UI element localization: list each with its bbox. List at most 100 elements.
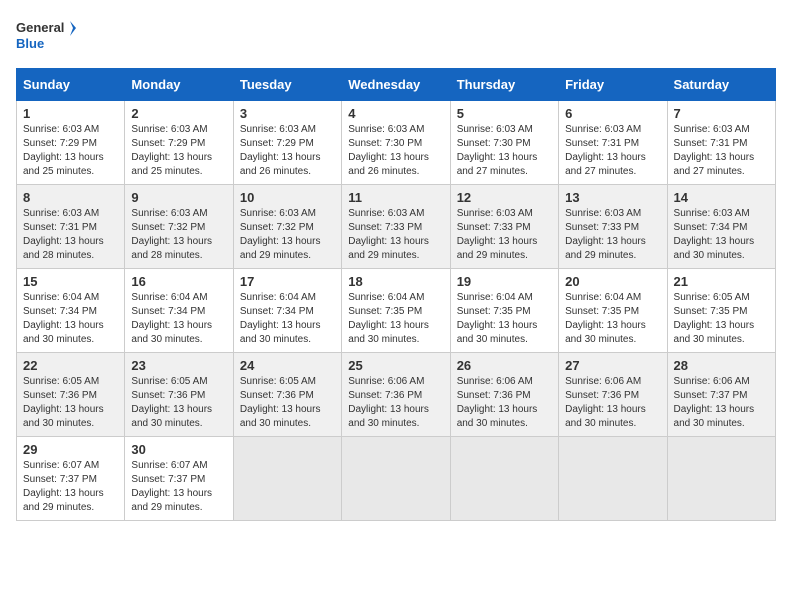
day-info: Sunrise: 6:03 AMSunset: 7:31 PMDaylight:… xyxy=(565,123,660,179)
day-cell: 5 Sunrise: 6:03 AMSunset: 7:30 PMDaylight… xyxy=(450,101,558,185)
day-number: 24 xyxy=(240,358,335,373)
day-number: 5 xyxy=(457,106,552,121)
calendar: SundayMondayTuesdayWednesdayThursdayFrid… xyxy=(16,68,776,521)
day-cell xyxy=(450,437,558,521)
day-cell: 1 Sunrise: 6:03 AMSunset: 7:29 PMDaylight… xyxy=(17,101,125,185)
day-info: Sunrise: 6:03 AMSunset: 7:31 PMDaylight:… xyxy=(23,207,118,263)
weekday-header-thursday: Thursday xyxy=(450,69,558,101)
day-info: Sunrise: 6:03 AMSunset: 7:30 PMDaylight:… xyxy=(457,123,552,179)
day-cell xyxy=(233,437,341,521)
day-number: 15 xyxy=(23,274,118,289)
day-cell: 13 Sunrise: 6:03 AMSunset: 7:33 PMDayligh… xyxy=(559,185,667,269)
day-number: 27 xyxy=(565,358,660,373)
day-info: Sunrise: 6:03 AMSunset: 7:34 PMDaylight:… xyxy=(674,207,769,263)
day-cell: 25 Sunrise: 6:06 AMSunset: 7:36 PMDayligh… xyxy=(342,353,450,437)
day-cell: 14Sunrise: 6:03 AMSunset: 7:34 PMDayligh… xyxy=(667,185,775,269)
day-info: Sunrise: 6:07 AMSunset: 7:37 PMDaylight:… xyxy=(131,459,226,515)
day-cell: 17 Sunrise: 6:04 AMSunset: 7:34 PMDayligh… xyxy=(233,269,341,353)
day-number: 2 xyxy=(131,106,226,121)
day-info: Sunrise: 6:03 AMSunset: 7:33 PMDaylight:… xyxy=(565,207,660,263)
svg-text:Blue: Blue xyxy=(16,36,44,51)
day-cell xyxy=(667,437,775,521)
day-cell: 23 Sunrise: 6:05 AMSunset: 7:36 PMDayligh… xyxy=(125,353,233,437)
day-number: 25 xyxy=(348,358,443,373)
day-cell: 7 Sunrise: 6:03 AMSunset: 7:31 PMDaylight… xyxy=(667,101,775,185)
weekday-header-friday: Friday xyxy=(559,69,667,101)
day-info: Sunrise: 6:04 AMSunset: 7:34 PMDaylight:… xyxy=(240,291,335,347)
logo-svg: General Blue xyxy=(16,16,76,56)
day-number: 12 xyxy=(457,190,552,205)
day-cell: 20Sunrise: 6:04 AMSunset: 7:35 PMDayligh… xyxy=(559,269,667,353)
header: General Blue xyxy=(16,16,776,56)
day-number: 17 xyxy=(240,274,335,289)
day-number: 21 xyxy=(674,274,769,289)
day-info: Sunrise: 6:04 AMSunset: 7:35 PMDaylight:… xyxy=(348,291,443,347)
day-info: Sunrise: 6:06 AMSunset: 7:37 PMDaylight:… xyxy=(674,375,769,431)
day-cell: 6Sunrise: 6:03 AMSunset: 7:31 PMDaylight… xyxy=(559,101,667,185)
day-info: Sunrise: 6:03 AMSunset: 7:30 PMDaylight:… xyxy=(348,123,443,179)
weekday-header-tuesday: Tuesday xyxy=(233,69,341,101)
day-info: Sunrise: 6:03 AMSunset: 7:33 PMDaylight:… xyxy=(348,207,443,263)
day-cell: 15Sunrise: 6:04 AMSunset: 7:34 PMDayligh… xyxy=(17,269,125,353)
day-cell: 11 Sunrise: 6:03 AMSunset: 7:33 PMDayligh… xyxy=(342,185,450,269)
day-info: Sunrise: 6:03 AMSunset: 7:32 PMDaylight:… xyxy=(240,207,335,263)
day-number: 28 xyxy=(674,358,769,373)
day-number: 29 xyxy=(23,442,118,457)
day-number: 22 xyxy=(23,358,118,373)
day-info: Sunrise: 6:05 AMSunset: 7:35 PMDaylight:… xyxy=(674,291,769,347)
weekday-header-wednesday: Wednesday xyxy=(342,69,450,101)
week-row-3: 15 Sunrise: 6:04 AMSunset: 7:34 PMDayligh… xyxy=(17,269,776,353)
day-info: Sunrise: 6:03 AMSunset: 7:31 PMDaylight:… xyxy=(674,123,769,179)
day-info: Sunrise: 6:05 AMSunset: 7:36 PMDaylight:… xyxy=(240,375,335,431)
day-cell: 3 Sunrise: 6:03 AMSunset: 7:29 PMDaylight… xyxy=(233,101,341,185)
day-number: 11 xyxy=(348,190,443,205)
day-cell xyxy=(342,437,450,521)
day-number: 1 xyxy=(23,106,118,121)
day-number: 23 xyxy=(131,358,226,373)
day-number: 9 xyxy=(131,190,226,205)
day-cell: 12 Sunrise: 6:03 AMSunset: 7:33 PMDayligh… xyxy=(450,185,558,269)
day-number: 4 xyxy=(348,106,443,121)
svg-text:General: General xyxy=(16,20,64,35)
day-number: 19 xyxy=(457,274,552,289)
day-cell: 29Sunrise: 6:07 AMSunset: 7:37 PMDayligh… xyxy=(17,437,125,521)
day-number: 30 xyxy=(131,442,226,457)
day-cell: 4 Sunrise: 6:03 AMSunset: 7:30 PMDaylight… xyxy=(342,101,450,185)
weekday-header-sunday: Sunday xyxy=(17,69,125,101)
day-cell: 27 Sunrise: 6:06 AMSunset: 7:36 PMDayligh… xyxy=(559,353,667,437)
day-info: Sunrise: 6:06 AMSunset: 7:36 PMDaylight:… xyxy=(457,375,552,431)
weekday-header-row: SundayMondayTuesdayWednesdayThursdayFrid… xyxy=(17,69,776,101)
day-info: Sunrise: 6:06 AMSunset: 7:36 PMDaylight:… xyxy=(565,375,660,431)
day-info: Sunrise: 6:03 AMSunset: 7:33 PMDaylight:… xyxy=(457,207,552,263)
week-row-2: 8Sunrise: 6:03 AMSunset: 7:31 PMDaylight… xyxy=(17,185,776,269)
day-cell: 22Sunrise: 6:05 AMSunset: 7:36 PMDayligh… xyxy=(17,353,125,437)
day-cell: 19 Sunrise: 6:04 AMSunset: 7:35 PMDayligh… xyxy=(450,269,558,353)
day-cell: 8Sunrise: 6:03 AMSunset: 7:31 PMDaylight… xyxy=(17,185,125,269)
day-info: Sunrise: 6:04 AMSunset: 7:35 PMDaylight:… xyxy=(457,291,552,347)
day-number: 10 xyxy=(240,190,335,205)
day-number: 26 xyxy=(457,358,552,373)
day-cell: 28 Sunrise: 6:06 AMSunset: 7:37 PMDayligh… xyxy=(667,353,775,437)
weekday-header-saturday: Saturday xyxy=(667,69,775,101)
day-number: 7 xyxy=(674,106,769,121)
day-number: 20 xyxy=(565,274,660,289)
day-cell: 24 Sunrise: 6:05 AMSunset: 7:36 PMDayligh… xyxy=(233,353,341,437)
week-row-4: 22 Sunrise: 6:05 AMSunset: 7:36 PMDayligh… xyxy=(17,353,776,437)
day-info: Sunrise: 6:05 AMSunset: 7:36 PMDaylight:… xyxy=(131,375,226,431)
day-info: Sunrise: 6:03 AMSunset: 7:29 PMDaylight:… xyxy=(23,123,118,179)
day-number: 18 xyxy=(348,274,443,289)
day-info: Sunrise: 6:03 AMSunset: 7:32 PMDaylight:… xyxy=(131,207,226,263)
day-cell: 2 Sunrise: 6:03 AMSunset: 7:29 PMDaylight… xyxy=(125,101,233,185)
day-info: Sunrise: 6:06 AMSunset: 7:36 PMDaylight:… xyxy=(348,375,443,431)
week-row-5: 29 Sunrise: 6:07 AMSunset: 7:37 PMDayligh… xyxy=(17,437,776,521)
day-cell: 30 Sunrise: 6:07 AMSunset: 7:37 PMDayligh… xyxy=(125,437,233,521)
day-cell: 26 Sunrise: 6:06 AMSunset: 7:36 PMDayligh… xyxy=(450,353,558,437)
day-info: Sunrise: 6:03 AMSunset: 7:29 PMDaylight:… xyxy=(131,123,226,179)
day-info: Sunrise: 6:04 AMSunset: 7:34 PMDaylight:… xyxy=(131,291,226,347)
day-cell: 18 Sunrise: 6:04 AMSunset: 7:35 PMDayligh… xyxy=(342,269,450,353)
day-cell: 21 Sunrise: 6:05 AMSunset: 7:35 PMDayligh… xyxy=(667,269,775,353)
day-info: Sunrise: 6:03 AMSunset: 7:29 PMDaylight:… xyxy=(240,123,335,179)
day-number: 13 xyxy=(565,190,660,205)
weekday-header-monday: Monday xyxy=(125,69,233,101)
day-number: 3 xyxy=(240,106,335,121)
